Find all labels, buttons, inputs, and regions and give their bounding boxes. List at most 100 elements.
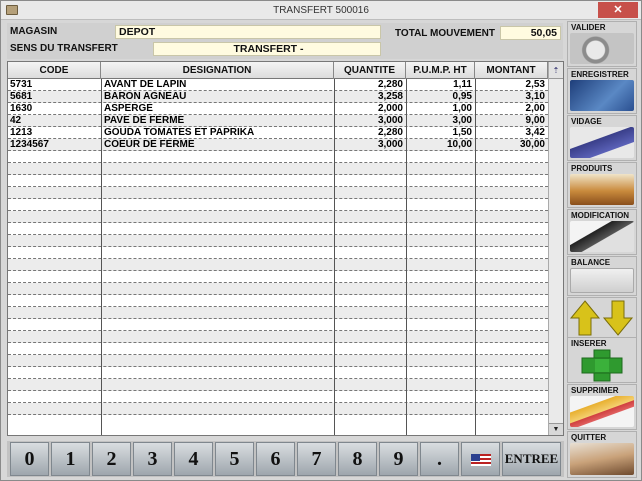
cell-montant: 2,53 bbox=[525, 79, 545, 90]
modification-button[interactable]: MODIFICATION bbox=[567, 209, 637, 255]
key-0[interactable]: 0 bbox=[10, 442, 49, 476]
close-button[interactable]: ✕ bbox=[598, 2, 638, 18]
empty-row[interactable] bbox=[8, 259, 548, 271]
empty-row[interactable] bbox=[8, 319, 548, 331]
cell-designation: BARON AGNEAU bbox=[104, 91, 187, 102]
save-icon bbox=[570, 80, 634, 111]
transfer-grid[interactable]: CODE DESIGNATION QUANTITE P.U.M.P. HT MO… bbox=[7, 61, 564, 436]
cell-designation: ASPERGE bbox=[104, 103, 153, 114]
empty-row[interactable] bbox=[8, 379, 548, 391]
empty-row[interactable] bbox=[8, 187, 548, 199]
column-header-quantite[interactable]: QUANTITE bbox=[334, 62, 406, 79]
column-header-designation[interactable]: DESIGNATION bbox=[101, 62, 334, 79]
key-7[interactable]: 7 bbox=[297, 442, 336, 476]
balance-label: BALANCE bbox=[571, 258, 611, 267]
cell-designation: AVANT DE LAPIN bbox=[104, 79, 187, 90]
magasin-field[interactable]: DEPOT bbox=[115, 25, 381, 39]
transfert-window: TRANSFERT 500016 ✕ MAGASIN DEPOT SENS DU… bbox=[0, 0, 642, 481]
empty-row[interactable] bbox=[8, 331, 548, 343]
cell-quantite: 3,258 bbox=[377, 91, 403, 102]
eraser-icon bbox=[570, 396, 634, 427]
empty-row[interactable] bbox=[8, 223, 548, 235]
cell-montant: 3,10 bbox=[525, 91, 545, 102]
supprimer-button[interactable]: SUPPRIMER bbox=[567, 384, 637, 430]
key-2[interactable]: 2 bbox=[92, 442, 131, 476]
move-up-button[interactable] bbox=[569, 300, 601, 336]
cell-pump: 10,00 bbox=[446, 139, 472, 150]
grid-scrollbar[interactable]: ⇡ ▼ bbox=[548, 62, 563, 435]
key-6[interactable]: 6 bbox=[256, 442, 295, 476]
numeric-keypad: 0 1 2 3 4 5 6 7 8 9 . ENTREE bbox=[7, 441, 564, 477]
empty-row[interactable] bbox=[8, 235, 548, 247]
column-header-code[interactable]: CODE bbox=[8, 62, 101, 79]
sens-label: SENS DU TRANSFERT bbox=[10, 43, 118, 54]
empty-row[interactable] bbox=[8, 295, 548, 307]
vidage-button[interactable]: VIDAGE bbox=[567, 115, 637, 161]
entree-button[interactable]: ENTREE bbox=[502, 442, 561, 476]
grid-rows: 5731 AVANT DE LAPIN 2,280 1,11 2,53 5681 BARON… bbox=[8, 79, 548, 415]
table-row[interactable]: 1234567 COEUR DE FERME 3,000 10,00 30,00 bbox=[8, 139, 548, 151]
empty-row[interactable] bbox=[8, 271, 548, 283]
cell-quantite: 3,000 bbox=[377, 115, 403, 126]
empty-row[interactable] bbox=[8, 199, 548, 211]
vidage-label: VIDAGE bbox=[571, 117, 602, 126]
pen-icon bbox=[570, 221, 634, 252]
empty-row[interactable] bbox=[8, 355, 548, 367]
empty-row[interactable] bbox=[8, 283, 548, 295]
language-flag-button[interactable] bbox=[461, 442, 500, 476]
total-label: TOTAL MOUVEMENT bbox=[395, 28, 495, 39]
arrow-up-icon bbox=[569, 300, 601, 336]
cell-code: 1234567 bbox=[10, 139, 49, 150]
table-row[interactable]: 42 PAVE DE FERME 3,000 3,00 9,00 bbox=[8, 115, 548, 127]
key-3[interactable]: 3 bbox=[133, 442, 172, 476]
balance-button[interactable]: BALANCE bbox=[567, 256, 637, 296]
empty-row[interactable] bbox=[8, 307, 548, 319]
column-header-montant[interactable]: MONTANT bbox=[475, 62, 548, 79]
move-down-button[interactable] bbox=[602, 300, 634, 336]
table-row[interactable]: 5681 BARON AGNEAU 3,258 0,95 3,10 bbox=[8, 91, 548, 103]
cell-code: 1213 bbox=[10, 127, 33, 138]
cell-quantite: 2,000 bbox=[377, 103, 403, 114]
quitter-button[interactable]: QUITTER bbox=[567, 431, 637, 478]
cell-designation: COEUR DE FERME bbox=[104, 139, 195, 150]
table-row[interactable]: 5731 AVANT DE LAPIN 2,280 1,11 2,53 bbox=[8, 79, 548, 91]
modification-label: MODIFICATION bbox=[571, 211, 630, 220]
sleep-icon bbox=[570, 443, 634, 475]
empty-row[interactable] bbox=[8, 151, 548, 163]
plus-icon bbox=[581, 349, 623, 382]
column-divider bbox=[334, 79, 335, 435]
sens-field[interactable]: TRANSFERT - bbox=[153, 42, 381, 56]
enregistrer-button[interactable]: ENREGISTRER bbox=[567, 68, 637, 114]
arrow-down-icon bbox=[602, 300, 634, 336]
key-5[interactable]: 5 bbox=[215, 442, 254, 476]
empty-row[interactable] bbox=[8, 211, 548, 223]
cell-quantite: 3,000 bbox=[377, 139, 403, 150]
inserer-button[interactable]: INSERER bbox=[567, 337, 637, 383]
valider-button[interactable]: VALIDER bbox=[567, 21, 637, 67]
column-header-pump[interactable]: P.U.M.P. HT bbox=[406, 62, 475, 79]
cell-quantite: 2,280 bbox=[377, 127, 403, 138]
empty-row[interactable] bbox=[8, 391, 548, 403]
inserer-label: INSERER bbox=[571, 339, 607, 348]
scroll-up-button[interactable]: ⇡ bbox=[549, 62, 563, 79]
cell-pump: 1,00 bbox=[452, 103, 472, 114]
empty-row[interactable] bbox=[8, 163, 548, 175]
cell-pump: 0,95 bbox=[452, 91, 472, 102]
cell-code: 1630 bbox=[10, 103, 33, 114]
scroll-down-button[interactable]: ▼ bbox=[549, 423, 563, 435]
empty-row[interactable] bbox=[8, 403, 548, 415]
empty-row[interactable] bbox=[8, 247, 548, 259]
empty-row[interactable] bbox=[8, 343, 548, 355]
empty-row[interactable] bbox=[8, 175, 548, 187]
key-decimal[interactable]: . bbox=[420, 442, 459, 476]
key-8[interactable]: 8 bbox=[338, 442, 377, 476]
scale-icon bbox=[570, 268, 634, 293]
products-icon bbox=[570, 174, 634, 205]
table-row[interactable]: 1213 GOUDA TOMATES ET PAPRIKA 2,280 1,50 3,4… bbox=[8, 127, 548, 139]
produits-button[interactable]: PRODUITS bbox=[567, 162, 637, 208]
empty-row[interactable] bbox=[8, 367, 548, 379]
table-row[interactable]: 1630 ASPERGE 2,000 1,00 2,00 bbox=[8, 103, 548, 115]
key-9[interactable]: 9 bbox=[379, 442, 418, 476]
key-4[interactable]: 4 bbox=[174, 442, 213, 476]
key-1[interactable]: 1 bbox=[51, 442, 90, 476]
